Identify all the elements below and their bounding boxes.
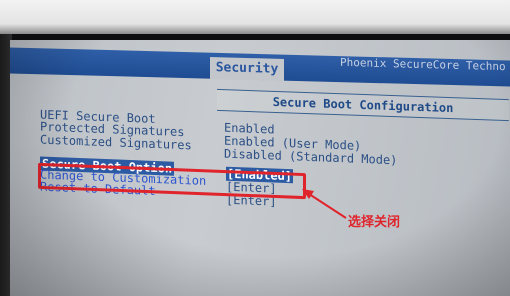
- monitor-bezel-top: [0, 0, 510, 34]
- annotation-arrow-icon: [302, 189, 347, 219]
- annotation-text: 选择关闭: [348, 215, 401, 230]
- bios-screen: Security Phoenix SecureCore Techno Secur…: [10, 40, 510, 296]
